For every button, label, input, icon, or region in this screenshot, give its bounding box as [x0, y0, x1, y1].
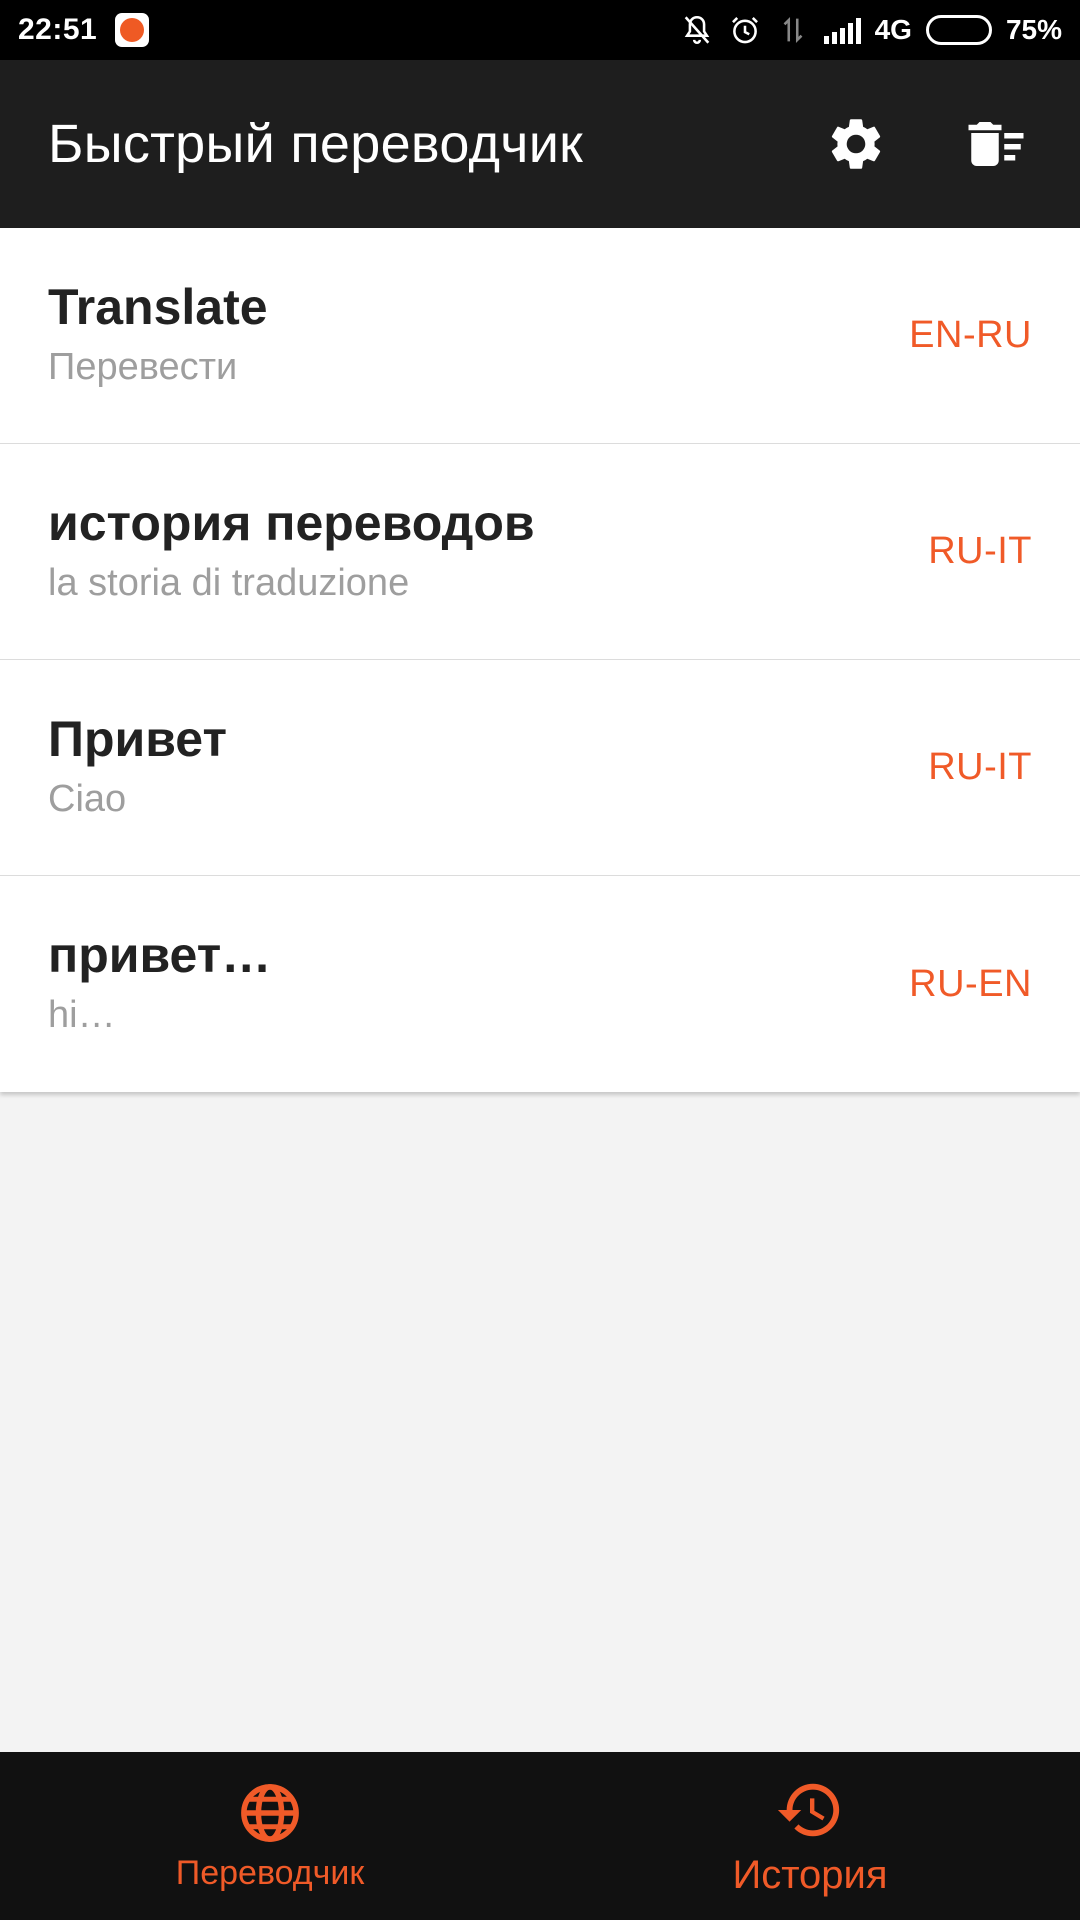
clear-history-icon [968, 122, 1024, 166]
network-type: 4G [874, 14, 912, 45]
status-bar: 22:51 4G 75% [0, 0, 1080, 60]
battery-percent: 75% [1005, 14, 1062, 45]
settings-button[interactable] [808, 96, 904, 192]
source-text: привет… [48, 927, 272, 983]
history-item[interactable]: Translate Перевести EN-RU [0, 228, 1080, 444]
app-bar: Быстрый переводчик [0, 60, 1080, 228]
clear-history-button[interactable] [948, 96, 1044, 192]
alarm-icon [731, 17, 758, 44]
nav-translator[interactable]: Переводчик [0, 1752, 540, 1920]
status-right: 4G 75% [666, 13, 1062, 47]
item-texts: привет… hi… [48, 925, 909, 1043]
language-pair: RU-IT [928, 530, 1032, 572]
language-pair: RU-IT [928, 746, 1032, 788]
nav-history[interactable]: История [540, 1752, 1080, 1920]
history-item[interactable]: Привет Ciao RU-IT [0, 660, 1080, 876]
history-list: Translate Перевести EN-RU история перево… [0, 228, 1080, 1092]
translation-text: hi… [48, 994, 116, 1036]
source-text: Translate [48, 278, 268, 335]
battery-icon [925, 15, 992, 45]
bottom-nav: Переводчик История [0, 1752, 1080, 1920]
signal-strength-icon [823, 16, 861, 44]
source-text: история переводов [48, 494, 535, 551]
item-texts: Translate Перевести [48, 277, 909, 395]
nav-translator-label: Переводчик [175, 1853, 365, 1892]
nav-history-label: История [732, 1852, 888, 1897]
language-pair: EN-RU [909, 314, 1032, 356]
item-texts: история переводов la storia di traduzion… [48, 493, 928, 611]
translator-app-icon [115, 13, 150, 47]
globe-icon [241, 1783, 299, 1842]
gear-icon [831, 119, 881, 169]
language-pair: RU-EN [909, 962, 1032, 1005]
source-text: Привет [48, 710, 227, 767]
status-time: 22:51 [18, 13, 98, 46]
bell-muted-icon [684, 15, 709, 44]
translation-text: la storia di traduzione [48, 561, 410, 604]
item-texts: Привет Ciao [48, 709, 928, 827]
translation-text: Перевести [48, 345, 238, 388]
app-title: Быстрый переводчик [48, 114, 584, 174]
translation-text: Ciao [48, 777, 127, 820]
status-left: 22:51 [18, 13, 150, 47]
history-icon [777, 1783, 840, 1836]
history-item[interactable]: история переводов la storia di traduzion… [0, 444, 1080, 660]
data-transfer-icon [783, 17, 802, 43]
history-item[interactable]: привет… hi… RU-EN [0, 876, 1080, 1092]
